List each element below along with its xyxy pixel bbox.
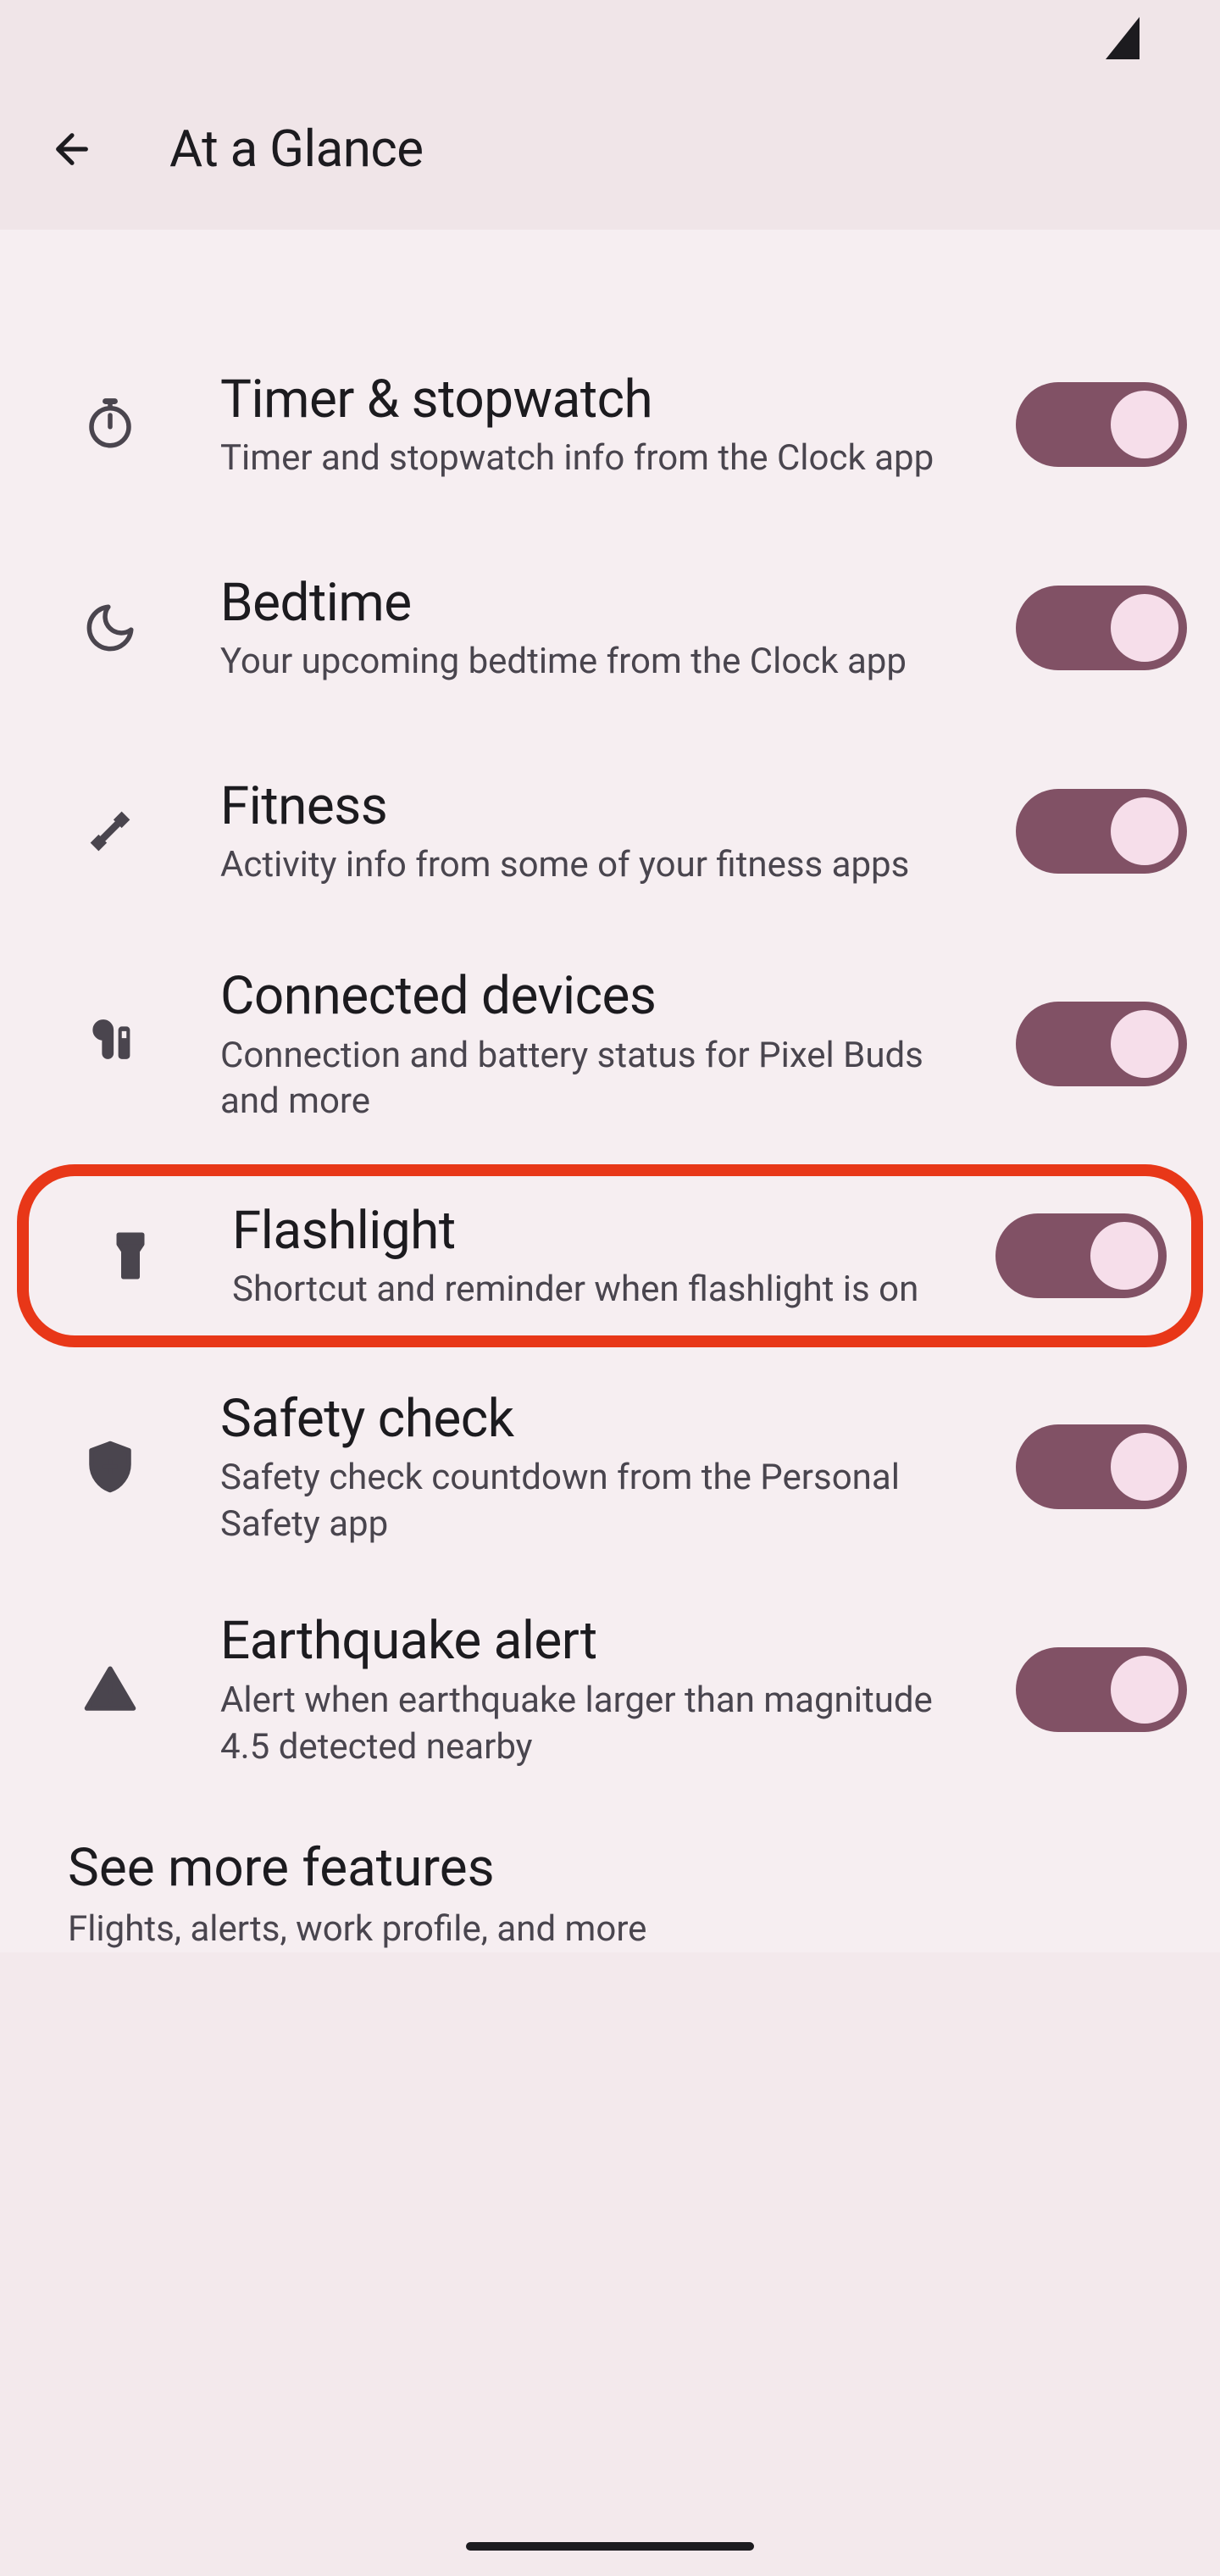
stopwatch-icon <box>0 397 220 452</box>
flashlight-icon <box>29 1228 232 1284</box>
footer-subtitle: Flights, alerts, work profile, and more <box>68 1907 1152 1953</box>
toggle-timer-stopwatch[interactable] <box>1016 382 1187 467</box>
setting-row-connected-devices[interactable]: Connected devices Connection and battery… <box>0 933 1220 1156</box>
setting-subtitle: Connection and battery status for Pixel … <box>220 1033 957 1125</box>
setting-subtitle: Activity info from some of your fitness … <box>220 842 957 889</box>
warning-icon <box>0 1662 220 1718</box>
nav-handle[interactable] <box>466 2542 754 2551</box>
see-more-features-row[interactable]: See more features Flights, alerts, work … <box>0 1801 1220 1952</box>
earbuds-icon <box>0 1016 220 1072</box>
toggle-safety-check[interactable] <box>1016 1424 1187 1509</box>
page-title: At a Glance <box>169 119 424 179</box>
toggle-earthquake-alert[interactable] <box>1016 1647 1187 1732</box>
back-button[interactable] <box>42 119 102 179</box>
setting-row-timer-stopwatch[interactable]: Timer & stopwatch Timer and stopwatch in… <box>0 323 1220 526</box>
setting-row-bedtime[interactable]: Bedtime Your upcoming bedtime from the C… <box>0 526 1220 730</box>
setting-title: Safety check <box>220 1386 957 1452</box>
setting-row-safety-check[interactable]: Safety check Safety check countdown from… <box>0 1356 1220 1579</box>
setting-title: Flashlight <box>232 1198 946 1264</box>
setting-row-fitness[interactable]: Fitness Activity info from some of your … <box>0 730 1220 933</box>
toggle-flashlight[interactable] <box>995 1213 1167 1298</box>
settings-list: Timer & stopwatch Timer and stopwatch in… <box>0 230 1220 1952</box>
setting-subtitle: Alert when earthquake larger than magnit… <box>220 1678 957 1770</box>
setting-title: Fitness <box>220 774 957 840</box>
setting-subtitle: Shortcut and reminder when flashlight is… <box>232 1267 946 1313</box>
setting-subtitle: Your upcoming bedtime from the Clock app <box>220 639 957 686</box>
footer-title: See more features <box>68 1835 1152 1903</box>
setting-title: Connected devices <box>220 963 957 1030</box>
setting-row-earthquake-alert[interactable]: Earthquake alert Alert when earthquake l… <box>0 1578 1220 1801</box>
setting-subtitle: Safety check countdown from the Personal… <box>220 1455 957 1547</box>
shield-icon <box>0 1439 220 1495</box>
toggle-connected-devices[interactable] <box>1016 1002 1187 1086</box>
setting-title: Bedtime <box>220 570 957 636</box>
moon-icon <box>0 600 220 656</box>
status-bar <box>0 0 1220 85</box>
status-signal-icon <box>1106 17 1140 59</box>
page-header: At a Glance <box>0 85 1220 230</box>
toggle-fitness[interactable] <box>1016 789 1187 874</box>
dumbbell-icon <box>0 803 220 859</box>
setting-title: Earthquake alert <box>220 1608 957 1674</box>
setting-title: Timer & stopwatch <box>220 367 957 433</box>
setting-row-flashlight[interactable]: Flashlight Shortcut and reminder when fl… <box>17 1164 1203 1347</box>
arrow-left-icon <box>48 125 96 173</box>
setting-subtitle: Timer and stopwatch info from the Clock … <box>220 436 957 482</box>
toggle-bedtime[interactable] <box>1016 586 1187 670</box>
